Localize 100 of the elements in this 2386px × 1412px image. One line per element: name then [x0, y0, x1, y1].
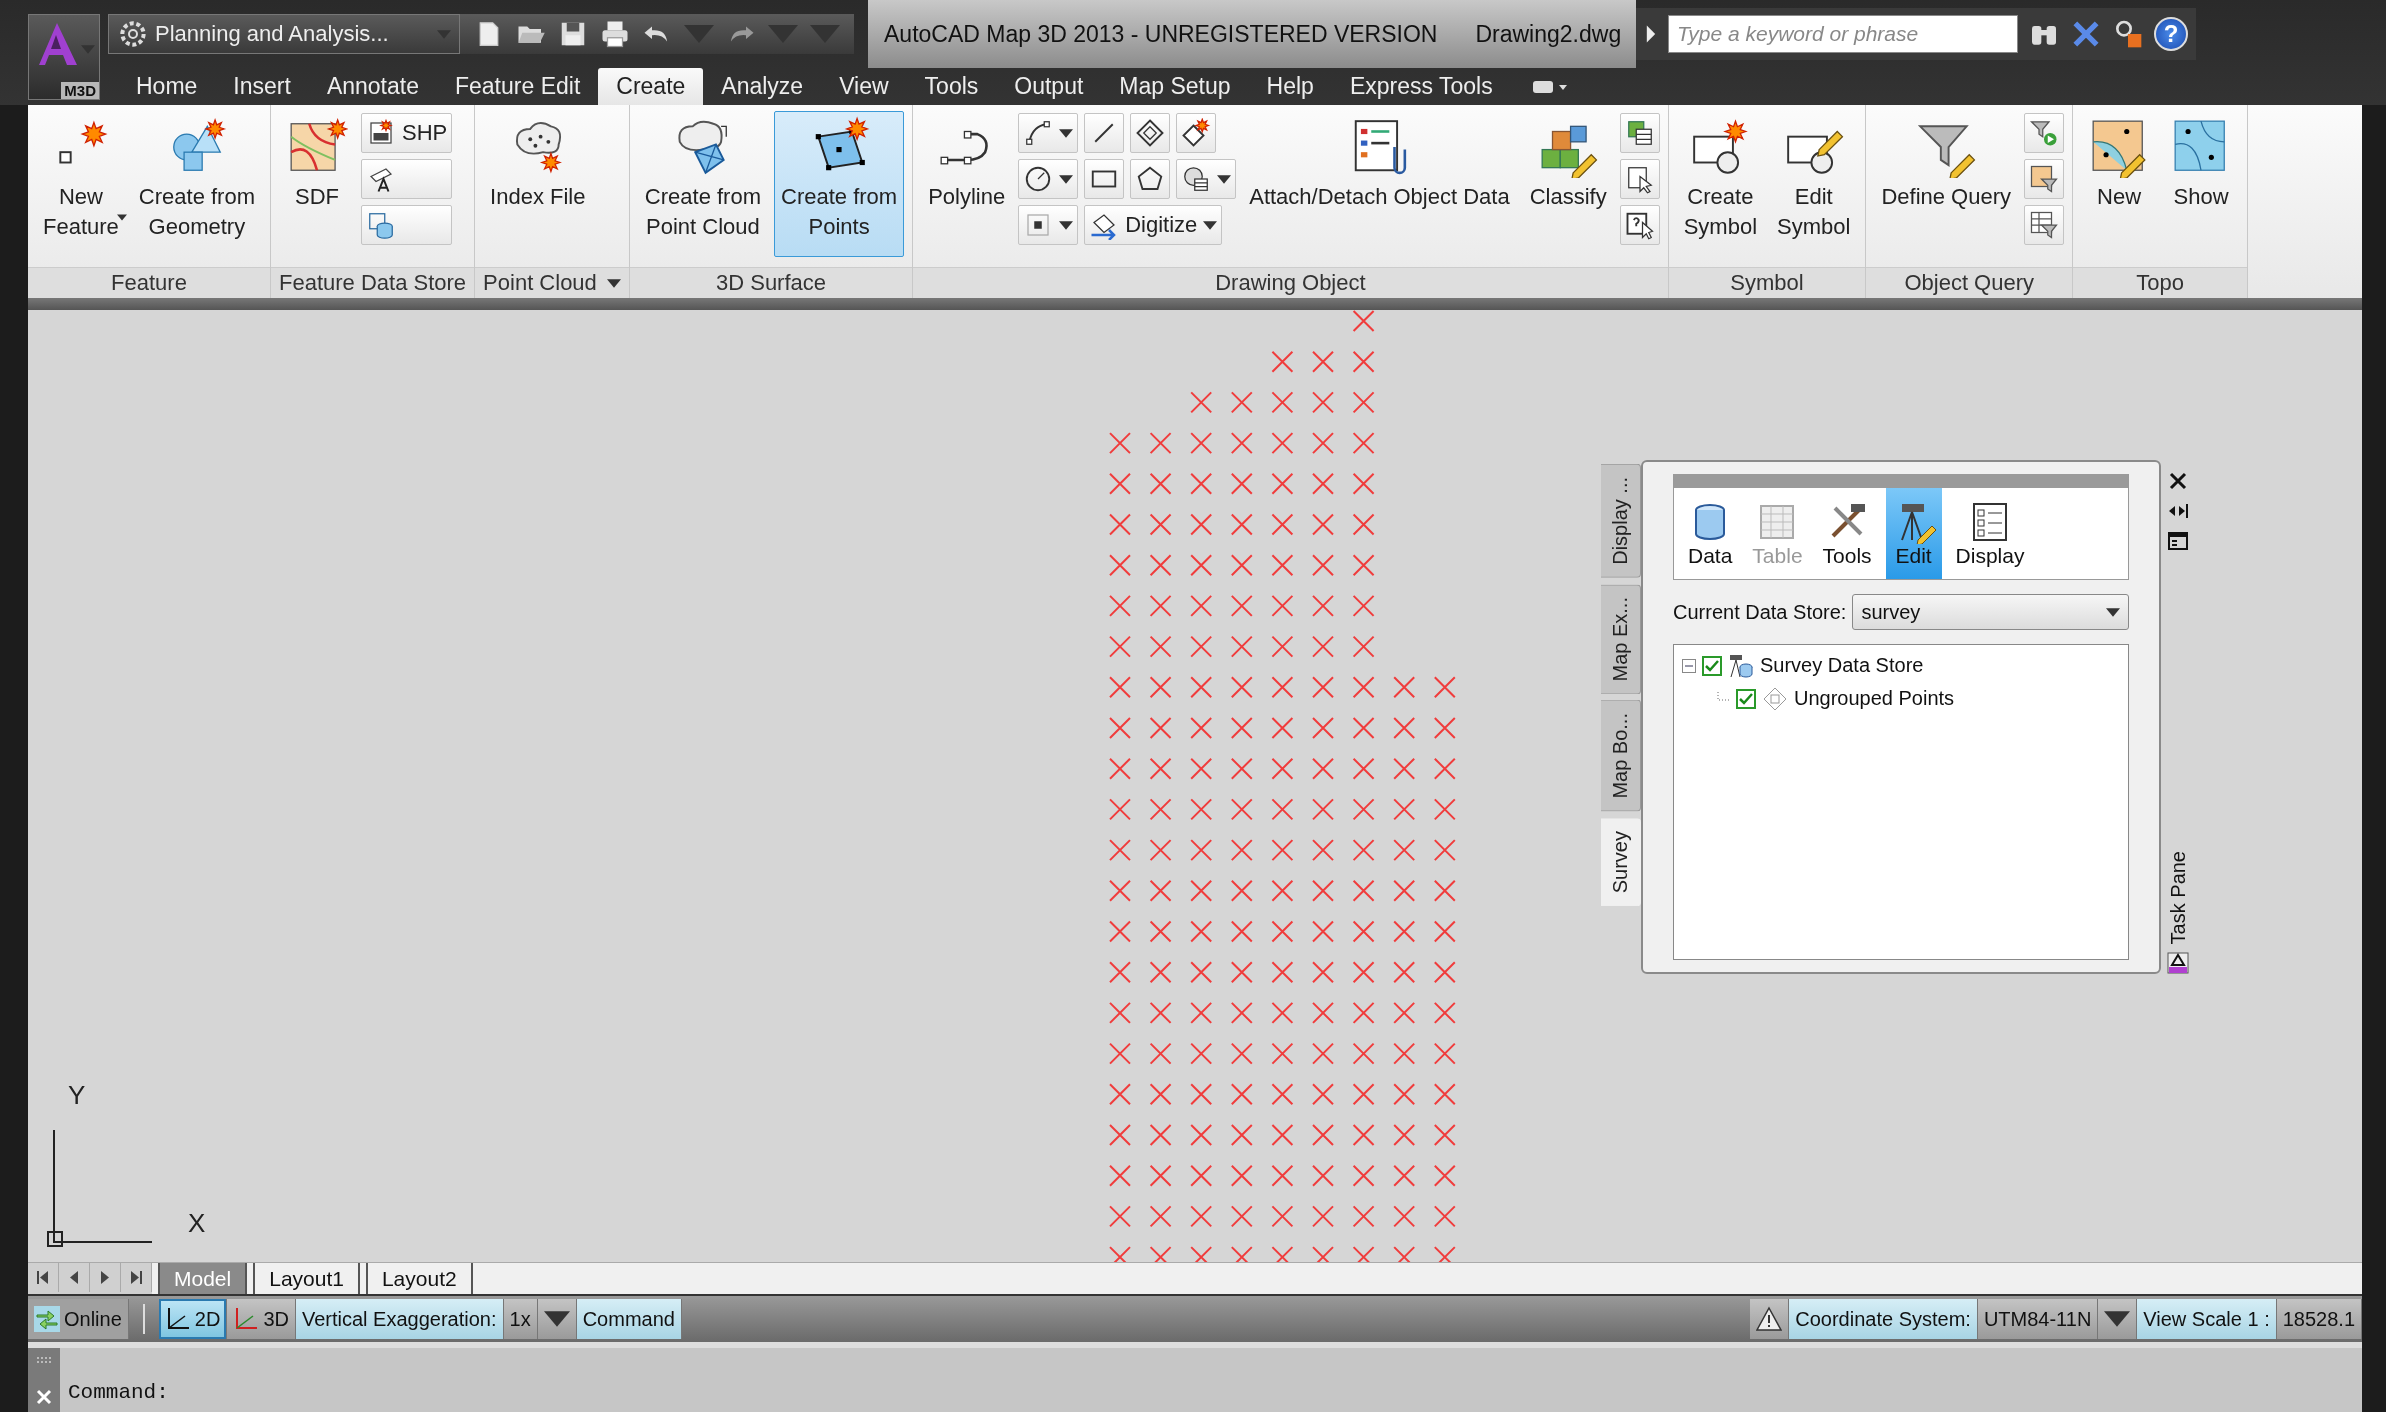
window-title: AutoCAD Map 3D 2013 - UNREGISTERED VERSION: [884, 20, 1438, 48]
status-label: Command: [576, 1299, 682, 1339]
data-store-dropdown[interactable]: survey: [1852, 594, 2129, 630]
layout-tab[interactable]: Layout2: [365, 1263, 473, 1294]
checkbox[interactable]: [1736, 688, 1756, 709]
ribbon-tool-button[interactable]: [1018, 113, 1079, 153]
ribbon-tool-button[interactable]: [1619, 159, 1660, 199]
ribbon-tab[interactable]: Map Setup: [1101, 68, 1249, 105]
ribbon-tab[interactable]: Analyze: [703, 68, 822, 105]
ribbon-tool-button[interactable]: [1176, 113, 1217, 153]
close-icon[interactable]: [2167, 470, 2189, 492]
ribbon-tool-button[interactable]: [1619, 205, 1660, 245]
side-tab[interactable]: Display ...: [1601, 464, 1641, 578]
ribbon-tool-button[interactable]: [1130, 113, 1171, 153]
application-menu-button[interactable]: M3D: [28, 14, 100, 100]
search-field[interactable]: Type a keyword or phrase: [1668, 15, 2018, 53]
layout-tab[interactable]: Layout1: [253, 1263, 360, 1294]
ribbon-tab[interactable]: Output: [996, 68, 1102, 105]
side-tab[interactable]: Map Bo...: [1601, 700, 1641, 812]
ribbon-large-button[interactable]: Create from Geometry: [131, 111, 262, 257]
dropdown-icon: [437, 29, 451, 39]
ribbon-tab[interactable]: Feature Edit: [437, 68, 599, 105]
print-icon[interactable]: [600, 19, 630, 49]
ribbon-tool-button[interactable]: [1619, 113, 1660, 153]
settings-icon: [117, 18, 149, 50]
caret-icon: [1217, 174, 1232, 184]
ribbon-large-button[interactable]: Attach/Detach Object Data: [1242, 111, 1517, 257]
ribbon-tool-button[interactable]: [2024, 159, 2065, 199]
panel-title: 3D Surface: [715, 270, 827, 297]
arrows-icon: [34, 1306, 60, 1332]
ribbon-large-button[interactable]: Create from Points: [774, 111, 905, 257]
toolbar-button[interactable]: Display: [1949, 488, 2031, 579]
ribbon-tab[interactable]: Insert: [215, 68, 309, 105]
side-tab[interactable]: Survey: [1601, 817, 1641, 907]
ribbon-tab[interactable]: Express Tools: [1331, 68, 1511, 105]
status-label: View Scale 1 :: [2137, 1299, 2277, 1339]
ribbon-large-button[interactable]: Classify: [1522, 111, 1614, 257]
side-tab[interactable]: Map Ex...: [1601, 583, 1641, 695]
status-dropdown-button[interactable]: [2098, 1299, 2138, 1339]
checkbox[interactable]: [1702, 655, 1722, 676]
ribbon-tab[interactable]: Tools: [906, 68, 997, 105]
caret-icon: [1203, 220, 1218, 230]
field-label: Current Data Store:: [1673, 600, 1847, 624]
ribbon-tab[interactable]: Home: [118, 68, 216, 105]
ribbon-large-button[interactable]: Show: [2163, 111, 2240, 257]
ribbon-tool-button[interactable]: [1018, 205, 1079, 245]
ribbon-tab[interactable]: View: [821, 68, 907, 105]
ribbon-large-button[interactable]: Polyline: [921, 111, 1013, 257]
ribbon-large-button[interactable]: Create Symbol: [1676, 111, 1765, 257]
tree-item[interactable]: Survey Data Store: [1760, 654, 1924, 677]
ribbon-tool-button[interactable]: [1018, 159, 1079, 199]
ribbon-tool-button[interactable]: [2024, 205, 2065, 245]
tree-item[interactable]: Ungrouped Points: [1794, 687, 1955, 710]
ribbon-large-button[interactable]: Create from Point Cloud: [637, 111, 768, 257]
panel-title: Point Cloud: [483, 270, 597, 297]
workspace-dropdown[interactable]: Planning and Analysis...: [108, 14, 460, 54]
ribbon-large-button[interactable]: New: [2081, 111, 2158, 257]
map-funnel-icon: [2029, 164, 2060, 194]
ribbon-tab[interactable]: Annotate: [308, 68, 437, 105]
ribbon-large-button[interactable]: Define Query: [1874, 111, 2019, 257]
panel-title: Symbol: [1730, 270, 1804, 297]
help-cursor-icon: [1624, 210, 1655, 240]
caret-icon: [1059, 220, 1074, 230]
panel-title: Feature Data Store: [279, 270, 467, 297]
status-value[interactable]: 1x: [503, 1299, 538, 1339]
ribbon-tool-button[interactable]: [361, 159, 453, 199]
view-mode-button[interactable]: 2D: [158, 1299, 228, 1339]
file-name: Drawing2.dwg: [1475, 20, 1622, 48]
toolbar-button[interactable]: Edit: [1885, 488, 1942, 579]
ribbon-tab[interactable]: Help: [1248, 68, 1332, 105]
ribbon-large-button[interactable]: Edit Symbol: [1770, 111, 1858, 257]
warning-icon[interactable]: [1756, 1306, 1783, 1332]
online-status-button[interactable]: Online: [28, 1299, 129, 1339]
task-pane-title: Task Pane: [2166, 850, 2190, 944]
ribbon-tool-button[interactable]: [1130, 159, 1171, 199]
status-dropdown-button[interactable]: [537, 1299, 577, 1339]
ribbon-tool-button[interactable]: Digitize: [1084, 205, 1223, 245]
status-value[interactable]: UTM84-11N: [1977, 1299, 2099, 1339]
status-label: Coordinate System:: [1789, 1299, 1978, 1339]
diamond-star-icon: [1181, 118, 1212, 148]
toolbar-button[interactable]: Data: [1682, 488, 1739, 579]
help-button[interactable]: ?: [2154, 17, 2188, 51]
ribbon-tab[interactable]: Create: [598, 68, 704, 105]
logo-icon: [2167, 952, 2189, 974]
y-axis-label: Y: [68, 1080, 86, 1111]
toolbar-button[interactable]: Tools: [1816, 488, 1878, 579]
view-mode-button[interactable]: 3D: [227, 1299, 296, 1339]
ribbon-large-button[interactable]: New Feature: [36, 111, 126, 257]
properties-icon[interactable]: [2167, 530, 2189, 552]
ribbon-tool-button[interactable]: [1084, 159, 1125, 199]
panel-title: Drawing Object: [1215, 270, 1366, 297]
status-value[interactable]: 18528.1: [2276, 1299, 2362, 1339]
ribbon-tool-button[interactable]: SHP: [361, 113, 453, 153]
ribbon-tool-button[interactable]: [1176, 159, 1237, 199]
ribbon-tool-button[interactable]: [1084, 113, 1125, 153]
table-funnel-icon: [2029, 210, 2060, 240]
ribbon-large-button[interactable]: SDF: [279, 111, 355, 257]
collapse-icon[interactable]: [1682, 658, 1696, 673]
panel-title: Object Query: [1904, 270, 2034, 297]
ribbon-large-button[interactable]: Index File: [483, 111, 593, 257]
